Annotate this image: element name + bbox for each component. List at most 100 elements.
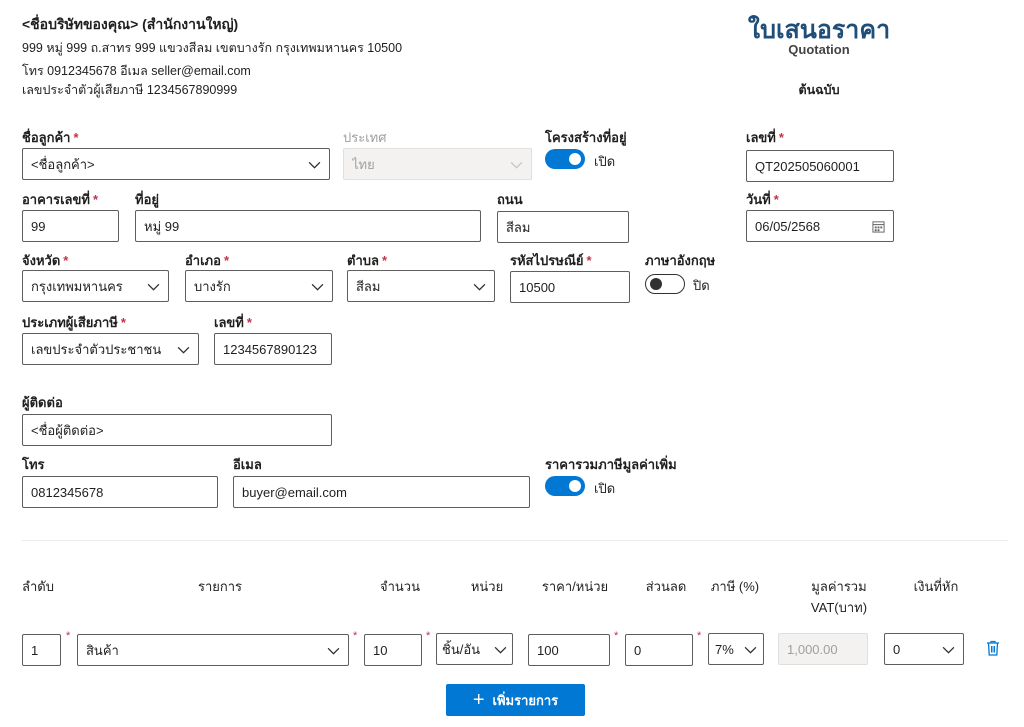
- building-input[interactable]: 99: [22, 210, 119, 242]
- trash-icon[interactable]: [986, 640, 1000, 656]
- row-qty-input[interactable]: 10: [364, 634, 422, 666]
- seller-name: <ชื่อบริษัทของคุณ> (สำนักงานใหญ่): [22, 16, 239, 32]
- postcode-value: 10500: [519, 279, 556, 295]
- add-item-label: เพิ่มรายการ: [492, 692, 559, 708]
- taxpayer-type-value: เลขประจำตัวประชาชน: [31, 341, 162, 357]
- calendar-icon[interactable]: [871, 219, 885, 233]
- document-subtitle: Quotation: [788, 42, 850, 57]
- postcode-input[interactable]: 10500: [510, 271, 630, 303]
- district-label: อำเภอ *: [185, 253, 229, 268]
- col-unit-price-header: ราคา/หน่วย: [541, 579, 609, 594]
- chevron-down-icon: [509, 157, 523, 171]
- phone-value: 0812345678: [31, 484, 104, 500]
- add-item-button[interactable]: + เพิ่มรายการ: [446, 684, 585, 716]
- date-picker[interactable]: 06/05/2568: [746, 210, 894, 242]
- tax-no-input[interactable]: 1234567890123: [214, 333, 332, 365]
- address-input[interactable]: หมู่ 99: [135, 210, 481, 242]
- required-mark: *: [614, 630, 619, 642]
- date-value: 06/05/2568: [755, 218, 821, 234]
- contact-person-input[interactable]: <ชื่อผู้ติดต่อ>: [22, 414, 332, 446]
- row-withholding-value: 0: [893, 641, 901, 657]
- row-total-field: 1,000.00: [778, 633, 868, 665]
- contact-person-value: <ชื่อผู้ติดต่อ>: [31, 422, 104, 438]
- subdistrict-select[interactable]: สีลม: [347, 270, 495, 302]
- col-seq-header: ลำดับ: [22, 579, 54, 594]
- col-discount-header: ส่วนลด: [645, 579, 687, 594]
- address-value: หมู่ 99: [144, 218, 180, 234]
- row-item-value: สินค้า: [86, 642, 119, 658]
- row-item-select[interactable]: สินค้า: [77, 634, 349, 666]
- district-value: บางรัก: [194, 278, 231, 294]
- row-unit-value: ชิ้น/อัน: [442, 641, 481, 657]
- row-unit-price-input[interactable]: 100: [528, 634, 610, 666]
- row-seq-input[interactable]: 1: [22, 634, 61, 666]
- email-label: อีเมล: [233, 457, 262, 472]
- building-value: 99: [31, 218, 46, 234]
- section-divider: [22, 540, 1008, 541]
- row-discount-input[interactable]: 0: [625, 634, 693, 666]
- col-qty-header: จำนวน: [380, 579, 420, 594]
- province-value: กรุงเทพมหานคร: [31, 278, 123, 294]
- row-discount-value: 0: [634, 642, 642, 658]
- email-value: buyer@email.com: [242, 484, 347, 500]
- taxpayer-type-label: ประเภทผู้เสียภาษี *: [22, 315, 126, 330]
- chevron-down-icon: [743, 642, 757, 656]
- taxpayer-type-select[interactable]: เลขประจำตัวประชาชน: [22, 333, 199, 365]
- subdistrict-label: ตำบล *: [347, 253, 388, 268]
- seller-tax-id: เลขประจำตัวผู้เสียภาษี 1234567890999: [22, 83, 238, 97]
- chevron-down-icon: [472, 279, 486, 293]
- required-mark: *: [426, 630, 431, 642]
- chevron-down-icon: [176, 342, 190, 356]
- vat-included-toggle[interactable]: [545, 476, 585, 496]
- country-value: ไทย: [352, 156, 375, 172]
- road-input[interactable]: สีลม: [497, 211, 629, 243]
- email-input[interactable]: buyer@email.com: [233, 476, 530, 508]
- structured-address-label: โครงสร้างที่อยู่: [545, 130, 627, 145]
- chevron-down-icon: [941, 642, 955, 656]
- chevron-down-icon: [326, 643, 340, 657]
- seller-address: 999 หมู่ 999 ถ.สาทร 999 แขวงสีลม เขตบางร…: [22, 41, 403, 55]
- phone-label: โทร: [22, 457, 45, 472]
- structured-address-toggle[interactable]: [545, 149, 585, 169]
- english-label: ภาษาอังกฤษ: [645, 253, 716, 268]
- doc-number-value: QT202505060001: [755, 158, 860, 174]
- doc-number-label: เลขที่ *: [746, 130, 784, 145]
- country-select: ไทย: [343, 148, 532, 180]
- row-unit-select[interactable]: ชิ้น/อัน: [436, 633, 513, 665]
- chevron-down-icon: [307, 157, 321, 171]
- district-select[interactable]: บางรัก: [185, 270, 333, 302]
- subdistrict-value: สีลม: [356, 278, 381, 294]
- structured-address-state: เปิด: [594, 154, 616, 169]
- postcode-label: รหัสไปรษณีย์ *: [510, 253, 592, 268]
- row-seq-value: 1: [31, 642, 39, 658]
- col-tax-header: ภาษี (%): [710, 579, 760, 594]
- col-withholding-header: เงินที่หัก: [913, 579, 959, 594]
- customer-name-value: <ชื่อลูกค้า>: [31, 156, 95, 172]
- plus-icon: +: [472, 689, 485, 711]
- vat-included-label: ราคารวมภาษีมูลค่าเพิ่ม: [545, 457, 677, 472]
- row-tax-select[interactable]: 7%: [708, 633, 764, 665]
- doc-number-input[interactable]: QT202505060001: [746, 150, 894, 182]
- row-unit-price-value: 100: [537, 642, 559, 658]
- required-mark: *: [66, 630, 71, 642]
- customer-name-select[interactable]: <ชื่อลูกค้า>: [22, 148, 330, 180]
- customer-name-label: ชื่อลูกค้า *: [22, 130, 79, 145]
- col-total-header-line2: VAT(บาท): [810, 600, 868, 615]
- chevron-down-icon: [146, 279, 160, 293]
- col-total-header: มูลค่ารวม VAT(บาท): [784, 576, 894, 618]
- road-value: สีลม: [506, 219, 531, 235]
- required-mark: *: [697, 630, 702, 642]
- row-withholding-select[interactable]: 0: [884, 633, 964, 665]
- phone-input[interactable]: 0812345678: [22, 476, 218, 508]
- english-toggle[interactable]: [645, 274, 685, 294]
- vat-included-state: เปิด: [594, 481, 616, 496]
- col-item-header: รายการ: [197, 579, 243, 594]
- chevron-down-icon: [493, 642, 507, 656]
- row-tax-value: 7%: [715, 641, 734, 657]
- address-label: ที่อยู่: [135, 192, 159, 207]
- row-total-value: 1,000.00: [787, 641, 838, 657]
- province-select[interactable]: กรุงเทพมหานคร: [22, 270, 169, 302]
- province-label: จังหวัด *: [22, 253, 69, 268]
- seller-contact: โทร 0912345678 อีเมล seller@email.com: [22, 64, 251, 78]
- tax-no-label: เลขที่ *: [214, 315, 252, 330]
